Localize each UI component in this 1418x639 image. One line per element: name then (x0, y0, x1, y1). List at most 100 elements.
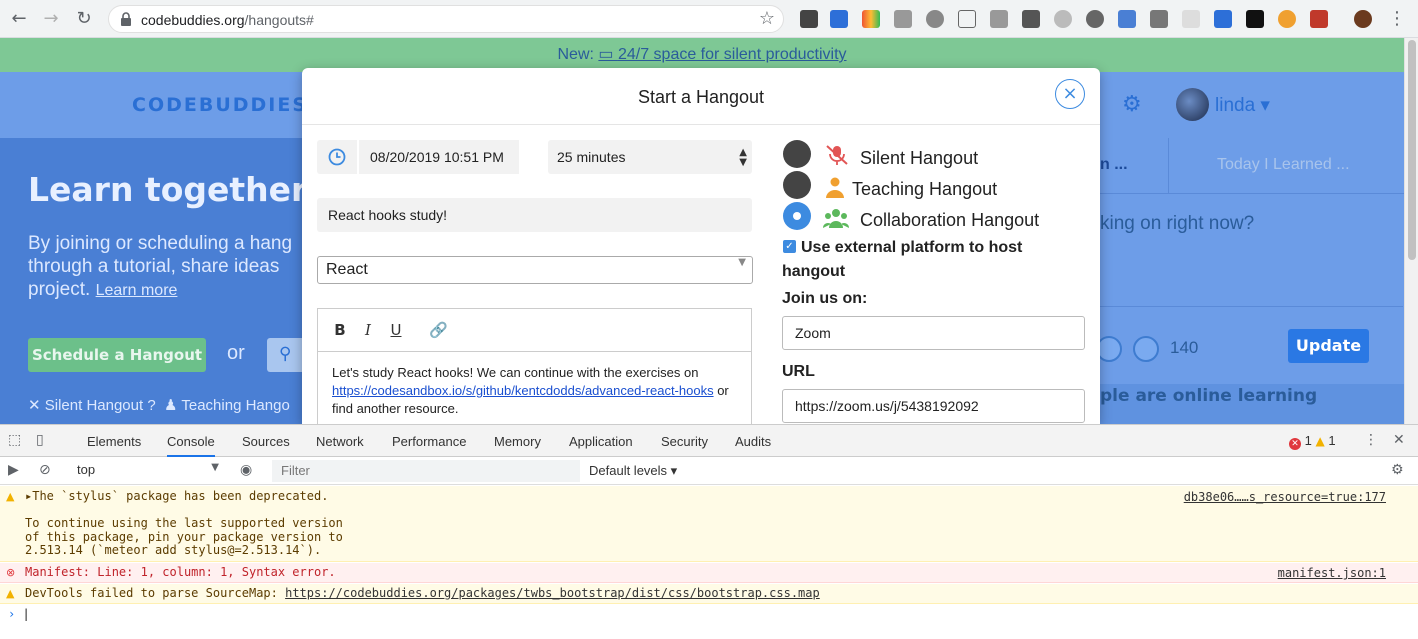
browser-toolbar: ← → ↻ codebuddies.org/hangouts# ☆ ⋮ (0, 0, 1418, 38)
help-icon[interactable]: ? (147, 397, 155, 414)
log-message[interactable]: ▸The `stylus` package has been deprecate… (25, 489, 343, 558)
tab-sources[interactable]: Sources (242, 434, 290, 449)
tab-audits[interactable]: Audits (735, 434, 771, 449)
extension-icon[interactable] (830, 10, 848, 28)
scrollbar-thumb[interactable] (1408, 40, 1416, 260)
extension-icon[interactable] (1150, 10, 1168, 28)
tab-performance[interactable]: Performance (392, 434, 466, 449)
inspect-icon[interactable]: ⬚ (8, 432, 21, 448)
extension-icon[interactable] (1054, 10, 1072, 28)
extension-icon[interactable] (1310, 10, 1328, 28)
filter-input[interactable]: Filter (272, 460, 580, 482)
extension-icon[interactable] (990, 10, 1008, 28)
bookmark-star-icon[interactable]: ☆ (759, 8, 775, 29)
duration-select[interactable]: 25 minutes ▲ ▼ (548, 140, 752, 174)
extension-icon[interactable] (862, 10, 880, 28)
log-source-link[interactable]: manifest.json:1 (1278, 566, 1386, 580)
close-devtools-icon[interactable]: ✕ (1393, 432, 1405, 448)
external-platform-checkbox[interactable]: ✓ (783, 240, 796, 253)
profile-avatar[interactable] (1354, 10, 1372, 28)
eye-icon[interactable]: ◉ (240, 462, 252, 478)
editor-link[interactable]: https://codesandbox.io/s/github/kentcdod… (332, 383, 714, 398)
settings-gear-icon[interactable]: ⚙ (1391, 462, 1404, 478)
extension-icon[interactable] (1278, 10, 1296, 28)
tab-divider (1168, 138, 1169, 194)
search-input[interactable]: ⚲ (267, 338, 307, 372)
device-toggle-icon[interactable]: ▯ (36, 432, 44, 448)
update-button[interactable]: Update (1288, 329, 1369, 363)
silent-hangout-label: Silent Hangout (860, 148, 979, 168)
extension-icon[interactable] (894, 10, 912, 28)
menu-kebab-icon[interactable]: ⋮ (1386, 8, 1408, 30)
join-label: Join us on: (782, 290, 868, 307)
tab-security[interactable]: Security (661, 434, 708, 449)
platform-input[interactable]: Zoom (782, 316, 1085, 350)
topic-input[interactable]: React hooks study! (317, 198, 752, 232)
editor-toolbar: B I U 🔗 (318, 309, 751, 352)
italic-icon[interactable]: I (359, 321, 377, 339)
tab-application[interactable]: Application (569, 434, 633, 449)
error-icon: ⊗ (6, 566, 16, 579)
bold-icon[interactable]: B (331, 321, 349, 339)
gears-icon[interactable]: ⚙ (1122, 92, 1142, 117)
log-levels-dropdown[interactable]: Default levels ▾ (589, 463, 677, 479)
clock-icon[interactable] (317, 140, 357, 174)
back-icon[interactable]: ← (8, 8, 30, 30)
tab-memory[interactable]: Memory (494, 434, 541, 449)
error-icon: ✕ (1289, 438, 1301, 450)
log-source-link[interactable]: db38e06……s_resource=true:177 (1184, 490, 1386, 504)
extension-icon[interactable] (1214, 10, 1232, 28)
search-icon: ⚲ (279, 344, 292, 364)
reload-icon[interactable]: ↻ (73, 8, 95, 30)
tab-elements[interactable]: Elements (87, 434, 141, 449)
clear-console-icon[interactable]: ⊘ (39, 462, 51, 478)
extension-icon[interactable] (926, 10, 944, 28)
description-editor[interactable]: B I U 🔗 Let's study React hooks! We can … (317, 308, 752, 424)
silent-hangout-radio[interactable] (783, 140, 811, 168)
logo[interactable]: CODEBUDDIES (132, 94, 308, 116)
link-icon[interactable]: 🔗 (429, 321, 448, 339)
teaching-hangout-radio[interactable] (783, 171, 811, 199)
url-input[interactable]: https://zoom.us/j/5438192092 (782, 389, 1085, 423)
learn-more-link[interactable]: Learn more (96, 282, 178, 299)
modal-title: Start a Hangout (637, 87, 765, 107)
hangout-legend: ✕ Silent Hangout ? ♟ Teaching Hango (28, 397, 290, 414)
devtools-menu-icon[interactable]: ⋮ (1364, 432, 1378, 448)
address-bar[interactable]: codebuddies.org/hangouts# ☆ (108, 5, 784, 33)
sidebar-toggle-icon[interactable]: ▶ (8, 462, 19, 478)
extension-icon[interactable] (800, 10, 818, 28)
schedule-hangout-button[interactable]: Schedule a Hangout (28, 338, 206, 372)
devtools-tabs: ⬚ ▯ Elements Console Sources Network Per… (0, 425, 1418, 457)
collaboration-hangout-radio[interactable] (783, 202, 811, 230)
teacher-icon (826, 177, 844, 198)
issue-counts[interactable]: ✕ 1 ▲ 1 (1289, 433, 1336, 450)
underline-icon[interactable]: U (387, 321, 405, 339)
tag-select[interactable]: React ▼ (317, 256, 753, 284)
online-learning-text: ple are online learning (1100, 384, 1404, 424)
extension-icon[interactable] (958, 10, 976, 28)
console-prompt[interactable]: › | (8, 607, 30, 621)
forward-icon[interactable]: → (40, 8, 62, 30)
extension-icon[interactable] (1118, 10, 1136, 28)
notion-icon[interactable] (1246, 10, 1264, 28)
tab-working-on[interactable]: n ... (1100, 156, 1128, 174)
close-button[interactable]: × (1055, 79, 1085, 109)
page-scrollbar[interactable] (1404, 38, 1418, 424)
extension-icon[interactable] (1086, 10, 1104, 28)
user-menu[interactable]: linda ▾ (1215, 94, 1270, 117)
hero-text: By joining or scheduling a hang through … (28, 233, 293, 300)
avatar[interactable] (1176, 88, 1209, 121)
datetime-input[interactable]: 08/20/2019 10:51 PM (359, 140, 519, 174)
editor-content[interactable]: Let's study React hooks! We can continue… (332, 364, 737, 418)
tab-console[interactable]: Console (167, 434, 215, 457)
tab-today-i-learned[interactable]: Today I Learned ... (1217, 156, 1350, 174)
group-icon (823, 209, 849, 228)
extension-icon[interactable] (1182, 10, 1200, 28)
extension-icon[interactable] (1022, 10, 1040, 28)
online-count: 140 (1170, 338, 1199, 357)
tab-network[interactable]: Network (316, 434, 364, 449)
sourcemap-link[interactable]: https://codebuddies.org/packages/twbs_bo… (285, 586, 820, 600)
context-select[interactable]: top ▼ (77, 462, 219, 477)
banner-link[interactable]: ▭ 24/7 space for silent productivity (598, 46, 846, 63)
status-textarea[interactable] (1100, 194, 1403, 307)
